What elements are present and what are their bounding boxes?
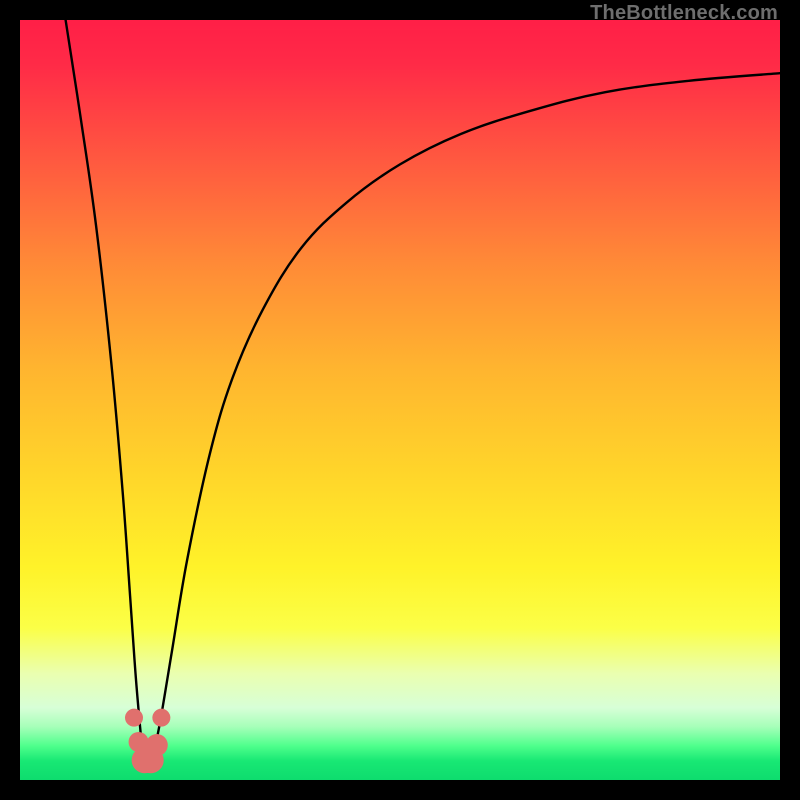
chart-svg — [20, 20, 780, 780]
outer-frame: TheBottleneck.com — [0, 0, 800, 800]
marker-dot — [146, 734, 168, 756]
watermark-text: TheBottleneck.com — [590, 2, 778, 25]
plot-area — [20, 20, 780, 780]
marker-dot — [152, 709, 170, 727]
marker-dot — [125, 709, 143, 727]
